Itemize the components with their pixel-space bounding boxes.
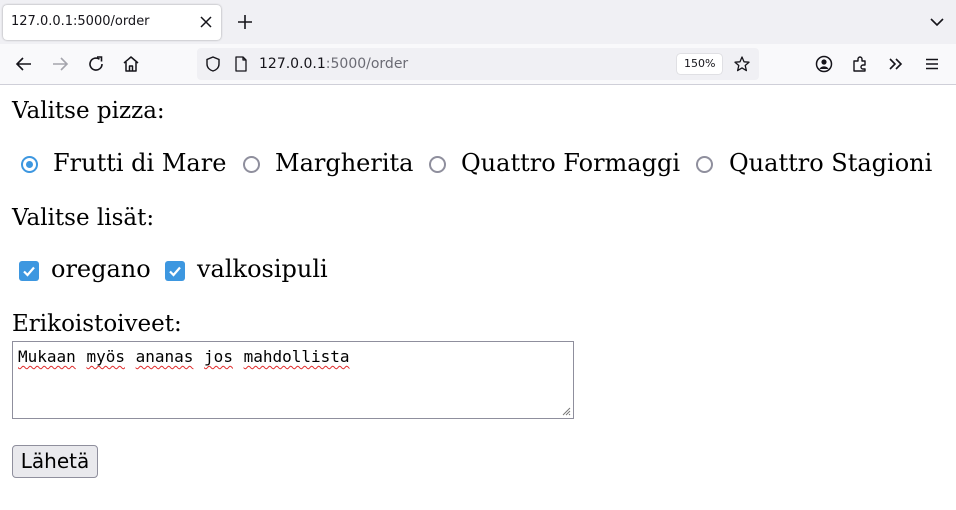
textarea-value: Mukaan myös ananas jos mahdollista <box>18 347 350 366</box>
reload-icon[interactable] <box>86 54 106 74</box>
textarea-word: Mukaan <box>18 347 76 366</box>
radio-quattro-formaggi[interactable] <box>429 156 446 173</box>
submit-button[interactable]: Lähetä <box>12 445 98 478</box>
requests-heading: Erikoistoiveet: <box>12 311 182 337</box>
overflow-icon[interactable] <box>886 54 906 74</box>
checkmark-icon <box>23 266 35 277</box>
resize-grip-icon[interactable] <box>561 406 571 416</box>
checkbox-label: oregano <box>51 255 151 283</box>
radio-label: Quattro Stagioni <box>729 149 933 177</box>
special-requests-textarea[interactable]: Mukaan myös ananas jos mahdollista <box>12 341 574 419</box>
checkmark-icon <box>169 266 181 277</box>
url-text[interactable]: 127.0.0.1:5000/order <box>259 56 408 72</box>
page-icon[interactable] <box>233 55 249 73</box>
back-arrow-icon[interactable] <box>14 54 34 74</box>
url-bar[interactable]: 127.0.0.1:5000/order 150% <box>197 48 759 80</box>
close-icon[interactable] <box>197 13 215 31</box>
plus-icon[interactable] <box>236 13 254 31</box>
home-icon[interactable] <box>121 54 141 74</box>
tab-title: 127.0.0.1:5000/order <box>11 14 150 29</box>
radio-margherita[interactable] <box>243 156 260 173</box>
textarea-word: mahdollista <box>243 347 350 366</box>
textarea-word: ananas <box>135 347 194 366</box>
chevron-down-icon[interactable] <box>928 13 946 31</box>
shield-icon[interactable] <box>204 55 222 73</box>
checkbox-oregano[interactable] <box>19 261 39 281</box>
tab-bar: 127.0.0.1:5000/order <box>0 0 956 44</box>
radio-frutti-di-mare[interactable] <box>21 156 38 173</box>
navigation-toolbar: 127.0.0.1:5000/order 150% <box>0 44 956 85</box>
textarea-word: jos <box>204 347 233 366</box>
radio-label: Frutti di Mare <box>53 149 227 177</box>
order-form: Valitse pizza: Frutti di Mare Margherita… <box>0 85 956 510</box>
url-host: 127.0.0.1 <box>259 56 326 72</box>
checkbox-label: valkosipuli <box>197 255 328 283</box>
star-icon[interactable] <box>733 55 751 73</box>
pizza-heading: Valitse pizza: <box>12 98 165 124</box>
textarea-word: myös <box>86 347 125 366</box>
checkbox-valkosipuli[interactable] <box>165 261 185 281</box>
radio-label: Margherita <box>275 149 414 177</box>
zoom-level-badge[interactable]: 150% <box>677 54 723 74</box>
menu-icon[interactable] <box>922 54 942 74</box>
account-icon[interactable] <box>814 54 834 74</box>
active-tab[interactable]: 127.0.0.1:5000/order <box>3 5 221 40</box>
radio-quattro-stagioni[interactable] <box>696 156 713 173</box>
extensions-icon[interactable] <box>850 54 870 74</box>
forward-arrow-icon[interactable] <box>50 54 70 74</box>
radio-label: Quattro Formaggi <box>461 149 681 177</box>
extras-heading: Valitse lisät: <box>12 205 155 231</box>
url-path: :5000/order <box>325 56 409 72</box>
